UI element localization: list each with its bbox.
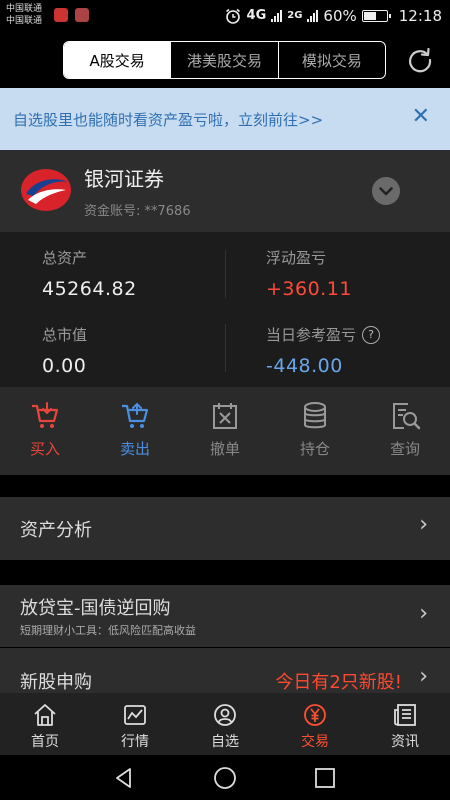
- help-icon[interactable]: ?: [362, 325, 381, 344]
- daily-pl-label: 当日参考盈亏: [266, 326, 357, 344]
- battery-icon: [361, 10, 391, 22]
- trade-yuan-icon: [304, 704, 326, 726]
- network-1-label: 4G: [246, 8, 267, 23]
- tab-market[interactable]: 行情: [90, 693, 180, 755]
- top-nav: A股交易 港美股交易 模拟交易: [0, 32, 450, 88]
- status-right: 4G 2G 60% 12:18: [224, 6, 442, 26]
- reverse-repo-title: 放贷宝-国债逆回购: [20, 598, 171, 619]
- daily-pl-label-row: 当日参考盈亏 ?: [266, 324, 381, 345]
- floating-pl-block: 浮动盈亏 +360.11: [266, 247, 352, 300]
- network-2-label: 2G: [287, 10, 303, 21]
- app-notification-icon: [54, 8, 68, 22]
- market-chart-icon: [124, 705, 146, 725]
- chevron-right-icon: ›: [419, 512, 428, 537]
- account-number: 资金账号: **7686: [84, 204, 191, 219]
- cancel-order-icon: [213, 403, 237, 429]
- carrier-2: 中国联通: [6, 16, 43, 26]
- asset-analysis-row[interactable]: 资产分析 ›: [0, 497, 450, 560]
- query-label: 查询: [389, 440, 420, 458]
- daily-pl-block: 当日参考盈亏 ? -448.00: [266, 324, 381, 377]
- clock: 12:18: [398, 7, 442, 25]
- promo-banner[interactable]: 自选股里也能随时看资产盈亏啦，立刻前往>> ✕: [0, 88, 450, 150]
- cart-buy-icon: [32, 402, 59, 428]
- refresh-icon[interactable]: [406, 46, 434, 74]
- status-bar: 中国联通 中国联通 4G 2G 60% 12:18: [0, 0, 450, 32]
- sell-button[interactable]: 卖出: [90, 387, 180, 475]
- bottom-tab-bar: 首页 行情 自选 交易 资讯: [0, 693, 450, 755]
- signal-icon: [271, 10, 283, 22]
- buy-label: 买入: [29, 440, 60, 458]
- floating-pl-label: 浮动盈亏: [266, 249, 327, 267]
- system-nav-bar: [0, 755, 450, 800]
- news-icon: [394, 704, 416, 726]
- banner-text[interactable]: 自选股里也能随时看资产盈亏啦，立刻前往>>: [0, 109, 323, 130]
- asset-analysis-label: 资产分析: [20, 520, 92, 541]
- market-value-label: 总市值: [42, 326, 88, 344]
- battery-percent: 60%: [323, 7, 357, 25]
- buy-button[interactable]: 买入: [0, 387, 90, 475]
- asset-stats: 总资产 45264.82 浮动盈亏 +360.11 总市值 0.00 当日参考盈…: [0, 232, 450, 387]
- divider: [225, 324, 226, 372]
- sell-label: 卖出: [119, 440, 150, 458]
- holdings-button[interactable]: 持仓: [270, 387, 360, 475]
- tab-a-share[interactable]: A股交易: [64, 42, 171, 78]
- tab-home[interactable]: 首页: [0, 693, 90, 755]
- tab-watchlist[interactable]: 自选: [180, 693, 270, 755]
- divider: [225, 250, 226, 298]
- query-button[interactable]: 查询: [360, 387, 450, 475]
- back-icon[interactable]: [112, 766, 136, 790]
- ipo-subscribe-row[interactable]: 新股申购 今日有2只新股! ›: [0, 648, 450, 693]
- tab-trade[interactable]: 交易: [270, 693, 360, 755]
- holdings-icon: [304, 402, 326, 429]
- recents-icon[interactable]: [313, 766, 337, 790]
- signal-icon: [307, 10, 319, 22]
- tab-home-label: 首页: [31, 734, 59, 750]
- total-assets-block: 总资产 45264.82: [42, 247, 137, 300]
- market-value-block: 总市值 0.00: [42, 324, 87, 377]
- broker-name: 银河证券: [84, 167, 164, 191]
- watchlist-icon: [214, 704, 236, 726]
- cancel-order-label: 撤单: [209, 440, 240, 458]
- alarm-icon: [225, 8, 240, 24]
- broker-account-card[interactable]: 银河证券 资金账号: **7686: [0, 150, 450, 232]
- ipo-highlight: 今日有2只新股!: [275, 672, 402, 693]
- daily-pl-value: -448.00: [266, 355, 343, 377]
- ipo-title: 新股申购: [20, 672, 92, 693]
- chevron-right-icon: ›: [419, 664, 428, 689]
- tab-simulated[interactable]: 模拟交易: [277, 42, 385, 78]
- reverse-repo-subtitle: 短期理财小工具：低风险匹配高收益: [20, 624, 196, 637]
- tab-watchlist-label: 自选: [211, 734, 239, 750]
- tab-market-label: 行情: [121, 734, 149, 750]
- home-circle-icon[interactable]: [213, 766, 237, 790]
- market-value-value: 0.00: [42, 355, 87, 377]
- app-notification-icon: [75, 8, 89, 22]
- battery-fill: [363, 12, 377, 20]
- reverse-repo-row[interactable]: 放贷宝-国债逆回购 短期理财小工具：低风险匹配高收益 ›: [0, 585, 450, 647]
- tab-trade-label: 交易: [301, 734, 329, 750]
- carrier-1: 中国联通: [6, 4, 43, 14]
- cart-sell-icon: [122, 402, 149, 428]
- floating-pl-value: +360.11: [266, 278, 352, 300]
- close-icon[interactable]: ✕: [412, 106, 430, 128]
- tab-news-label: 资讯: [391, 734, 419, 750]
- tab-hk-us[interactable]: 港美股交易: [170, 42, 277, 78]
- total-assets-value: 45264.82: [42, 278, 137, 300]
- total-assets-label: 总资产: [42, 249, 88, 267]
- trade-type-segmented-control: A股交易 港美股交易 模拟交易: [63, 41, 386, 79]
- chevron-down-icon[interactable]: [372, 177, 400, 205]
- broker-logo: [21, 169, 71, 211]
- query-icon: [393, 403, 421, 430]
- trade-actions: 买入 卖出 撤单 持仓 查询: [0, 387, 450, 475]
- holdings-label: 持仓: [299, 440, 330, 458]
- tab-news[interactable]: 资讯: [360, 693, 450, 755]
- cancel-order-button[interactable]: 撤单: [180, 387, 270, 475]
- chevron-right-icon: ›: [419, 601, 428, 626]
- home-icon: [34, 704, 56, 726]
